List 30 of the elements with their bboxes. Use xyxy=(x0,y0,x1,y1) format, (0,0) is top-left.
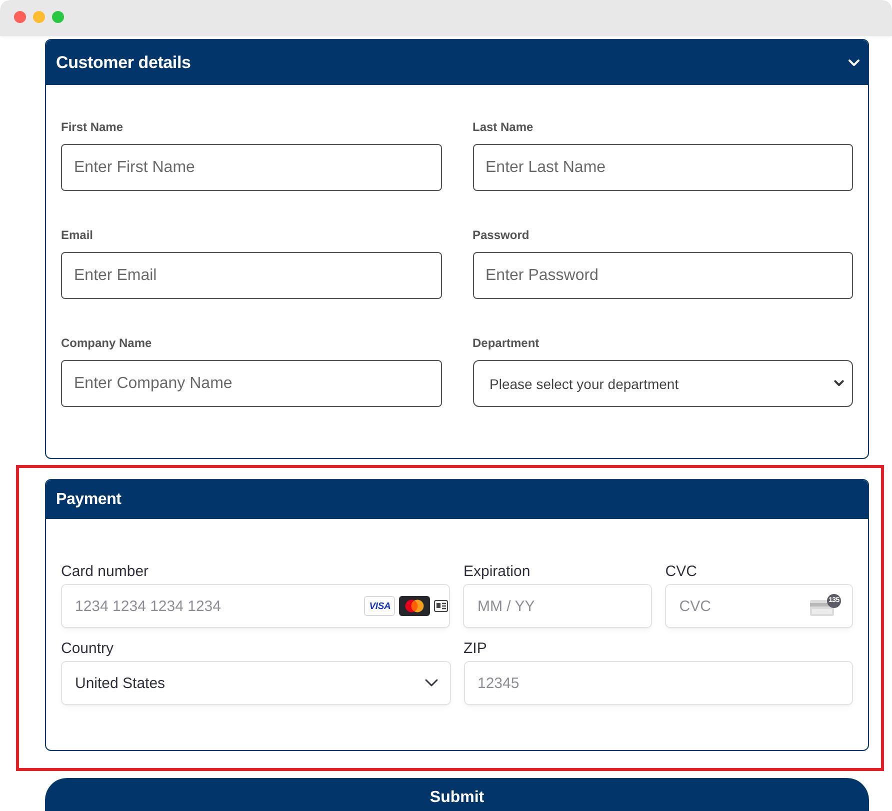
input-field[interactable]: Enter Email xyxy=(61,252,442,299)
input-field[interactable]: Enter First Name xyxy=(61,144,442,191)
field-label: Company Name xyxy=(61,336,152,350)
submit-button[interactable]: Submit xyxy=(45,778,869,811)
section-title: Customer details xyxy=(56,52,191,72)
select-field[interactable]: United States xyxy=(61,661,450,705)
input-field[interactable]: Enter Password xyxy=(472,252,853,299)
input-field[interactable]: Enter Company Name xyxy=(61,360,442,407)
chevron-down-icon[interactable] xyxy=(848,58,860,66)
section-title: Payment xyxy=(56,490,122,508)
chevron-down-icon xyxy=(834,380,844,387)
minimize-icon[interactable] xyxy=(33,11,45,23)
card-logo-icon xyxy=(399,596,430,616)
card-icon xyxy=(434,600,448,612)
close-icon[interactable] xyxy=(14,11,26,23)
field-label: Department xyxy=(472,336,540,350)
input-field[interactable]: Enter Last Name xyxy=(472,144,853,191)
field-label: Password xyxy=(472,228,530,242)
maximize-icon[interactable] xyxy=(52,11,64,23)
chevron-down-icon xyxy=(424,679,438,687)
field-label: CVC xyxy=(665,563,697,580)
field-label: Expiration xyxy=(463,563,530,580)
field-label: ZIP xyxy=(464,640,487,657)
field-label: Card number xyxy=(61,563,149,580)
field-label: Email xyxy=(61,228,94,242)
field-label: Last Name xyxy=(472,120,534,134)
visa-logo: VISA xyxy=(364,596,396,616)
field-label: First Name xyxy=(61,120,124,134)
select-field[interactable]: Please select your department xyxy=(472,360,853,407)
field-label: Country xyxy=(61,640,114,657)
